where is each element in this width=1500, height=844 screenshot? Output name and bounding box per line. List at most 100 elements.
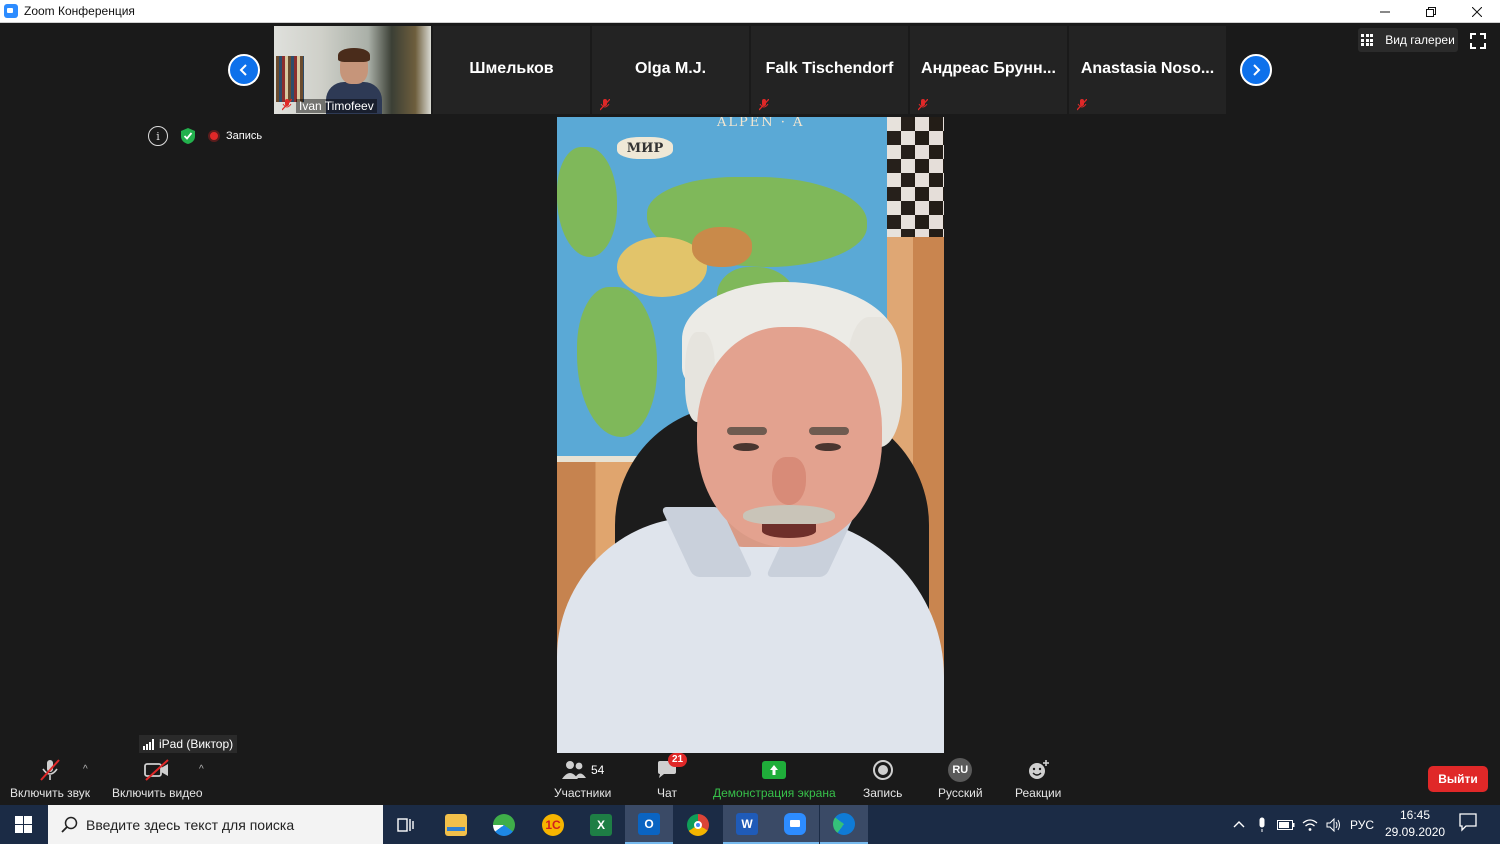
yandex-icon[interactable]: 1C — [529, 805, 577, 844]
speaker-brow — [809, 427, 849, 435]
camera-off-icon — [142, 757, 172, 783]
mic-muted-icon — [37, 757, 63, 783]
unmute-label: Включить звук — [10, 786, 91, 800]
zoom-icon[interactable] — [771, 805, 819, 844]
start-video-button[interactable]: Включить видео — [112, 757, 203, 800]
gallery-view-label: Вид галереи — [1385, 33, 1455, 47]
browser-icon[interactable] — [480, 805, 528, 844]
reactions-button[interactable]: Реакции — [1015, 757, 1061, 800]
info-icon[interactable]: i — [148, 126, 168, 146]
zoom-logo-icon — [4, 4, 18, 18]
speaker-eye — [815, 443, 841, 451]
meeting-status-row: i Запись — [148, 126, 262, 146]
minimize-icon[interactable] — [1362, 0, 1408, 23]
taskbar-clock[interactable]: 16:45 29.09.2020 — [1385, 807, 1445, 841]
mic-muted-icon — [281, 98, 294, 111]
fullscreen-icon[interactable] — [1469, 32, 1487, 50]
language-icon: RU — [948, 757, 973, 783]
shield-icon[interactable] — [178, 126, 198, 146]
mic-muted-icon — [1076, 98, 1089, 111]
zoom-window: Zoom Конференция Ivan Timofeev Шмельков … — [0, 0, 1500, 844]
input-language-indicator[interactable]: РУС — [1350, 818, 1374, 832]
unmute-button[interactable]: Включить звук — [10, 757, 90, 800]
audio-options-caret-icon[interactable]: ^ — [83, 764, 88, 775]
participants-button[interactable]: 54 Участники — [554, 757, 611, 800]
speaker-mustache — [743, 505, 835, 525]
video-options-caret-icon[interactable]: ^ — [199, 764, 204, 775]
participant-name: Шмельков — [469, 60, 554, 77]
system-tray: РУС — [1232, 805, 1374, 844]
share-screen-label: Демонстрация экрана — [713, 786, 836, 800]
microphone-icon[interactable] — [1250, 817, 1274, 833]
participants-icon — [561, 761, 586, 779]
map-header: ALPEN · A — [717, 117, 805, 130]
title-bar: Zoom Конференция — [0, 0, 1500, 23]
leave-meeting-button[interactable]: Выйти — [1428, 766, 1488, 792]
window-title: Zoom Конференция — [24, 4, 135, 18]
grid-icon — [1361, 34, 1374, 46]
recording-label: Запись — [226, 130, 263, 142]
record-button[interactable]: Запись — [863, 757, 902, 800]
search-icon — [60, 815, 80, 835]
windows-start-icon[interactable] — [0, 805, 46, 844]
language-code: RU — [948, 758, 973, 782]
language-label: Русский — [938, 786, 983, 800]
share-screen-button[interactable]: Демонстрация экрана — [713, 757, 836, 800]
recording-dot-icon — [208, 130, 220, 142]
speaker-volume-icon[interactable] — [1322, 817, 1346, 832]
participants-label: Участники — [554, 786, 612, 800]
participant-name: Olga M.J. — [634, 60, 707, 77]
restore-icon[interactable] — [1408, 0, 1454, 23]
chat-button[interactable]: 21 Чат — [656, 753, 688, 800]
speaker-brow — [727, 427, 767, 435]
speaker-eye — [733, 443, 759, 451]
search-placeholder: Введите здесь текст для поиска — [86, 816, 295, 833]
close-icon[interactable] — [1454, 0, 1500, 23]
participant-tile-6[interactable]: Anastasia Noso... — [1069, 26, 1226, 114]
prev-page-button[interactable] — [228, 54, 260, 86]
device-label: iPad (Виктор) — [159, 737, 234, 751]
participant-tile-5[interactable]: Андреас Брунн... — [910, 26, 1067, 114]
record-label: Запись — [863, 786, 903, 800]
mic-muted-icon — [599, 98, 612, 111]
mic-muted-icon — [917, 98, 930, 111]
start-video-label: Включить видео — [112, 786, 203, 800]
share-screen-icon — [762, 757, 787, 783]
bookshelf — [276, 56, 304, 102]
notification-center-icon[interactable] — [1458, 812, 1480, 834]
chevron-left-icon — [239, 64, 247, 76]
active-speaker-video: МИР ALPEN · A — [557, 117, 944, 753]
chat-unread-badge: 21 — [668, 753, 688, 767]
edge-icon[interactable] — [820, 805, 868, 844]
participant-tile-2[interactable]: Шмельков — [433, 26, 590, 114]
task-view-icon[interactable] — [382, 805, 430, 844]
tray-overflow-icon[interactable] — [1232, 818, 1250, 832]
mic-muted-icon — [758, 98, 771, 111]
participant-tile-3[interactable]: Olga M.J. — [592, 26, 749, 114]
file-explorer-icon[interactable] — [432, 805, 480, 844]
participant-tile-1[interactable]: Ivan Timofeev — [274, 26, 431, 114]
map-title: МИР — [617, 137, 673, 159]
taskbar-search-input[interactable]: Введите здесь текст для поиска — [48, 805, 383, 844]
battery-icon[interactable] — [1274, 819, 1298, 830]
chevron-right-icon — [1253, 64, 1261, 76]
gallery-view-button[interactable]: Вид галереи — [1358, 28, 1458, 52]
clock-time: 16:45 — [1399, 808, 1431, 822]
participant-tile-4[interactable]: Falk Tischendorf — [751, 26, 908, 114]
chrome-icon[interactable] — [674, 805, 722, 844]
next-page-button[interactable] — [1240, 54, 1272, 86]
reactions-label: Реакции — [1015, 786, 1062, 800]
outlook-icon[interactable]: O — [625, 805, 673, 844]
excel-icon[interactable]: X — [577, 805, 625, 844]
speaker-mouth — [762, 524, 816, 538]
wifi-icon[interactable] — [1298, 818, 1322, 832]
speaker-nose — [772, 457, 806, 505]
language-button[interactable]: RU Русский — [938, 757, 983, 800]
word-icon[interactable]: W — [723, 805, 771, 844]
participant-name: Anastasia Noso... — [1080, 60, 1215, 77]
reactions-icon — [1026, 757, 1050, 783]
signal-strength-icon — [143, 738, 154, 750]
participants-icon-wrap: 54 — [561, 757, 604, 783]
chat-label: Чат — [657, 786, 677, 800]
participants-count: 54 — [590, 763, 605, 777]
